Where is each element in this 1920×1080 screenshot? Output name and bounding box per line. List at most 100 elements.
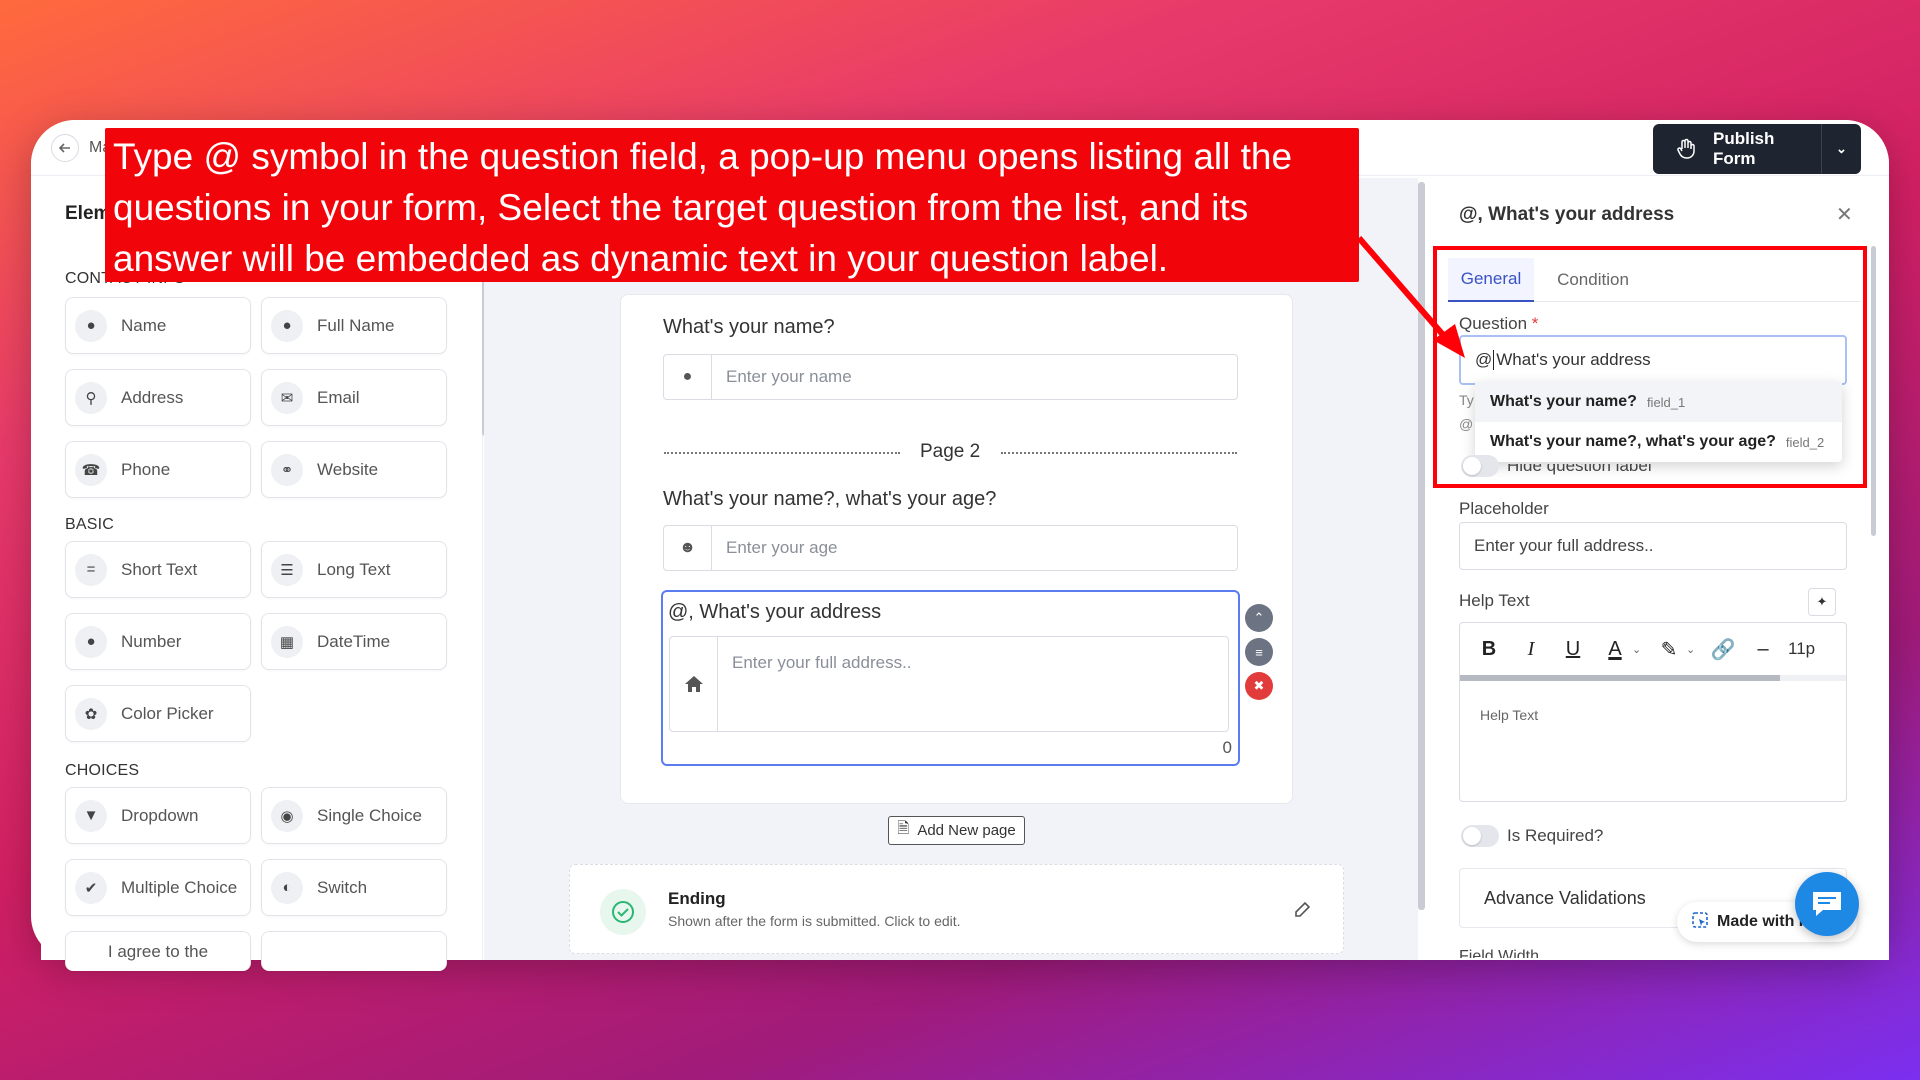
element-label: Single Choice (317, 805, 422, 825)
question-age-label: What's your name?, what's your age? (663, 488, 997, 510)
close-icon[interactable]: ✕ (1836, 202, 1853, 227)
element-label: DateTime (317, 631, 391, 651)
selected-question-address[interactable]: @, What's your address Enter your full a… (661, 590, 1240, 766)
add-new-page-button[interactable]: 🗎 Add New page (888, 816, 1025, 845)
italic-icon[interactable]: I (1514, 632, 1548, 666)
help-text-label: Help Text (1459, 591, 1530, 610)
circle-icon: ● (75, 625, 107, 658)
envelope-icon: ✉ (271, 381, 303, 414)
help-text-placeholder: Help Text (1480, 707, 1539, 723)
list-icon: ☰ (271, 553, 303, 586)
placeholder-input[interactable]: Enter your full address.. (1459, 522, 1847, 570)
is-required-toggle[interactable] (1461, 825, 1499, 847)
element-label: Full Name (317, 315, 395, 335)
element-label: Name (121, 315, 167, 335)
element-label: Dropdown (121, 805, 199, 825)
arrow-left-icon (58, 143, 70, 153)
calendar-icon: ▦ (271, 625, 303, 658)
element-label: Address (121, 387, 184, 407)
editor-toolbar: B I U A ⌄ ✎ ⌄ 🔗 – 11p (1460, 623, 1846, 675)
element-label: Short Text (121, 559, 198, 579)
trash-icon[interactable]: ✖ (1245, 672, 1273, 700)
is-required-label: Is Required? (1507, 826, 1604, 845)
element-label: Email (317, 387, 360, 407)
elements-panel: Elem CONTACT INFO ●Name ●Full Name ⚲Addr… (41, 178, 488, 971)
character-counter: 0 (1222, 738, 1232, 757)
address-textarea[interactable]: Enter your full address.. (669, 636, 1229, 732)
elements-title: Elem (65, 203, 111, 224)
element-label: Color Picker (121, 703, 214, 723)
age-input[interactable]: ☻ Enter your age (663, 525, 1238, 571)
chevron-down-icon[interactable]: ⌄ (1632, 643, 1646, 656)
ending-card[interactable]: Ending Shown after the form is submitted… (569, 864, 1344, 954)
underline-icon[interactable]: U (1556, 632, 1590, 666)
hand-pointer-icon (1675, 138, 1699, 160)
toggle-icon: ◐ (271, 871, 303, 904)
element-blank[interactable] (261, 931, 447, 971)
name-input[interactable]: ● Enter your name (663, 354, 1238, 400)
element-multiple-choice[interactable]: ✔ Multiple Choice (65, 859, 251, 916)
help-text-editor[interactable]: B I U A ⌄ ✎ ⌄ 🔗 – 11p Help Text (1459, 622, 1847, 802)
element-name[interactable]: ● Name (65, 297, 251, 354)
chevron-up-icon[interactable]: ⌃ (1245, 604, 1273, 632)
palette-icon: ✿ (75, 697, 107, 730)
annotation-callout: Type @ symbol in the question field, a p… (105, 128, 1359, 282)
check-circle-icon (600, 889, 646, 935)
element-dropdown[interactable]: ▼ Dropdown (65, 787, 251, 844)
section-choices: CHOICES (65, 762, 140, 779)
bold-icon[interactable]: B (1472, 632, 1506, 666)
element-label: Switch (317, 877, 368, 897)
element-color-picker[interactable]: ✿ Color Picker (65, 685, 251, 742)
element-number[interactable]: ● Number (65, 613, 251, 670)
publish-form-button[interactable]: Publish Form ⌄ (1653, 124, 1861, 174)
toolbar-scrollbar[interactable] (1460, 675, 1846, 681)
address-placeholder: Enter your full address.. (732, 653, 912, 672)
font-size-value[interactable]: 11p (1788, 639, 1815, 659)
add-new-page-label: Add New page (917, 822, 1016, 839)
radio-dot-icon: ◉ (271, 799, 303, 832)
edit-icon[interactable] (1293, 899, 1313, 924)
page-divider-right (1001, 452, 1237, 454)
text-color-icon[interactable]: A (1598, 632, 1632, 666)
link-icon: ⚭ (271, 453, 303, 486)
element-label: Website (317, 459, 379, 479)
back-button[interactable] (51, 134, 79, 162)
question-name-label: What's your name? (663, 316, 835, 338)
element-phone[interactable]: ☎ Phone (65, 441, 251, 498)
chevron-down-icon[interactable]: ⌄ (1821, 124, 1861, 174)
user-circle-icon: ● (664, 355, 712, 399)
highlighter-icon[interactable]: ✎ (1652, 632, 1686, 666)
form-logo-icon (1691, 911, 1709, 934)
user-circle-icon: ● (75, 309, 107, 342)
chevron-down-icon[interactable]: ⌄ (1686, 643, 1700, 656)
magic-wand-icon[interactable]: ✦ (1808, 588, 1836, 616)
properties-scrollbar[interactable] (1871, 246, 1876, 536)
question-address-label: @, What's your address (668, 601, 882, 623)
element-label: Multiple Choice (121, 877, 238, 897)
element-email[interactable]: ✉ Email (261, 369, 447, 426)
ending-title: Ending (668, 889, 726, 908)
element-label: Phone (121, 459, 171, 479)
element-long-text[interactable]: ☰ Long Text (261, 541, 447, 598)
chat-bubble-icon[interactable] (1795, 872, 1859, 936)
element-switch[interactable]: ◐ Switch (261, 859, 447, 916)
element-short-text[interactable]: = Short Text (65, 541, 251, 598)
element-full-name[interactable]: ● Full Name (261, 297, 447, 354)
element-agree[interactable]: I agree to the (65, 931, 251, 971)
element-website[interactable]: ⚭ Website (261, 441, 447, 498)
element-single-choice[interactable]: ◉ Single Choice (261, 787, 447, 844)
page-divider-left (664, 452, 900, 454)
menu-icon[interactable]: ≡ (1245, 638, 1273, 666)
link-icon[interactable]: 🔗 (1706, 632, 1740, 666)
element-datetime[interactable]: ▦ DateTime (261, 613, 447, 670)
equals-icon: = (75, 553, 107, 586)
minus-icon[interactable]: – (1746, 632, 1780, 666)
annotation-highlight-box (1433, 246, 1867, 488)
age-placeholder: Enter your age (726, 538, 838, 557)
page-divider-label: Page 2 (920, 441, 981, 462)
made-with-label: Made with F (1717, 913, 1809, 930)
user-icon: ☻ (664, 526, 712, 570)
element-address[interactable]: ⚲ Address (65, 369, 251, 426)
file-plus-icon: 🗎 (897, 820, 910, 837)
placeholder-label: Placeholder (1459, 499, 1549, 518)
